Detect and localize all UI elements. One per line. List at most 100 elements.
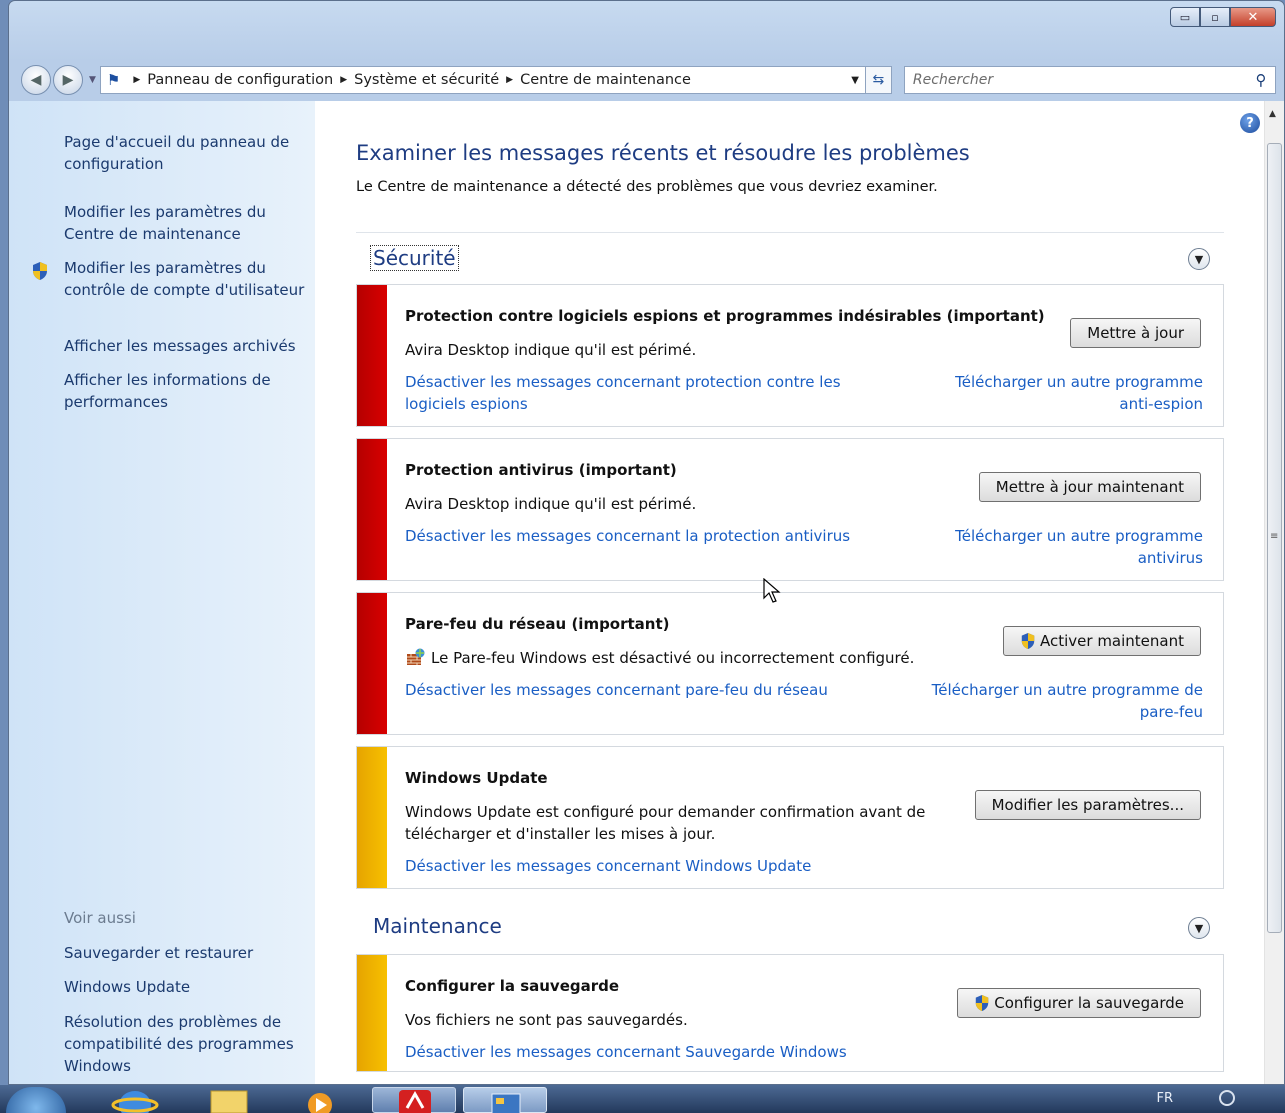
close-button[interactable]: ✕ (1230, 7, 1276, 27)
scroll-up-icon[interactable]: ▲ (1269, 109, 1276, 119)
section-header-maintenance[interactable]: Maintenance (373, 914, 502, 938)
back-arrow-icon: ◀ (30, 72, 42, 88)
navigation-bar: ◀ ▶ ▼ ⚑ ▶ Panneau de configuration ▶ Sys… (21, 63, 1276, 97)
media-player-icon[interactable] (300, 1087, 350, 1113)
disable-messages-link[interactable]: Désactiver les messages concernant Sauve… (405, 1041, 847, 1063)
window-controls: ▭ ▫ ✕ (1170, 7, 1276, 27)
language-indicator[interactable]: FR (1156, 1091, 1173, 1106)
disable-messages-link[interactable]: Désactiver les messages concernant prote… (405, 371, 875, 415)
taskbar-control-panel-button[interactable] (463, 1087, 547, 1113)
action-center-flag-icon: ⚑ (106, 71, 121, 89)
severity-bar-critical (357, 439, 387, 580)
uac-shield-icon (1021, 633, 1035, 649)
download-alternative-link[interactable]: Télécharger un autre programme de pare-f… (903, 679, 1203, 723)
card-title: Protection antivirus (important) (405, 461, 677, 479)
download-alternative-link[interactable]: Télécharger un autre programme anti-espi… (933, 371, 1203, 415)
minimize-button[interactable]: ▭ (1170, 7, 1200, 27)
disable-messages-link[interactable]: Désactiver les messages concernant pare-… (405, 679, 828, 701)
sidebar-link-action-center-settings[interactable]: Modifier les paramètres du Centre de mai… (64, 201, 312, 245)
uac-shield-icon (33, 262, 47, 280)
mouse-cursor-icon (763, 578, 781, 603)
see-also-compat-troubleshooter[interactable]: Résolution des problèmes de compatibilit… (64, 1011, 312, 1077)
message-card-antivirus: Protection antivirus (important) Avira D… (356, 438, 1224, 581)
card-text: Avira Desktop indique qu'il est périmé. (405, 341, 697, 359)
page-title: Examiner les messages récents et résoudr… (356, 141, 970, 165)
see-also-windows-update[interactable]: Windows Update (64, 976, 312, 998)
search-box[interactable]: ⚲ (903, 66, 1276, 94)
content-area: Page d'accueil du panneau de configurati… (9, 101, 1284, 1084)
page-subtitle: Le Centre de maintenance a détecté des p… (356, 179, 938, 195)
card-title: Configurer la sauvegarde (405, 977, 620, 995)
card-text-row: Le Pare-feu Windows est désactivé ou inc… (405, 647, 914, 669)
refresh-button[interactable]: ⇆ (865, 66, 892, 94)
card-title: Pare-feu du réseau (important) (405, 615, 670, 633)
chevron-down-icon: ▼ (1194, 252, 1204, 266)
activate-now-button[interactable]: Activer maintenant (1002, 626, 1201, 656)
address-dropdown-icon[interactable]: ▼ (851, 75, 859, 86)
sidebar-link-archived-messages[interactable]: Afficher les messages archivés (64, 335, 312, 357)
disable-messages-link[interactable]: Désactiver les messages concernant la pr… (405, 525, 850, 547)
update-button[interactable]: Mettre à jour (1070, 318, 1201, 348)
sidebar: Page d'accueil du panneau de configurati… (9, 101, 315, 1084)
severity-bar-critical (357, 593, 387, 734)
card-text: Le Pare-feu Windows est désactivé ou inc… (431, 649, 915, 667)
forward-arrow-icon: ▶ (62, 72, 74, 88)
sidebar-link-uac-settings[interactable]: Modifier les paramètres du contrôle de c… (64, 257, 312, 301)
card-text: Vos fichiers ne sont pas sauvegardés. (405, 1011, 688, 1029)
severity-bar-critical (357, 285, 387, 426)
message-card-antispyware: Protection contre logiciels espions et p… (356, 284, 1224, 427)
divider (356, 232, 1224, 233)
breadcrumb-separator-icon[interactable]: ▶ (506, 75, 513, 85)
firewall-icon (407, 648, 425, 665)
collapse-maintenance-button[interactable]: ▼ (1188, 917, 1210, 939)
message-card-backup: Configurer la sauvegarde Vos fichiers ne… (356, 954, 1224, 1072)
see-also-backup-restore[interactable]: Sauvegarder et restaurer (64, 942, 312, 964)
breadcrumb-action-center[interactable]: Centre de maintenance (520, 72, 691, 88)
sidebar-link-home[interactable]: Page d'accueil du panneau de configurati… (64, 131, 312, 175)
change-settings-button[interactable]: Modifier les paramètres... (974, 790, 1201, 820)
breadcrumb-system-security[interactable]: Système et sécurité (354, 72, 499, 88)
card-title: Protection contre logiciels espions et p… (405, 307, 1045, 325)
severity-bar-warning (357, 955, 387, 1071)
disable-messages-link[interactable]: Désactiver les messages concernant Windo… (405, 855, 811, 877)
recent-pages-dropdown-icon[interactable]: ▼ (89, 75, 96, 85)
sidebar-link-performance[interactable]: Afficher les informations de performance… (64, 369, 312, 413)
clock-icon[interactable] (1219, 1090, 1235, 1106)
breadcrumb-separator-icon[interactable]: ▶ (133, 75, 140, 85)
update-now-button[interactable]: Mettre à jour maintenant (978, 472, 1201, 502)
scroll-grip-icon: ≡ (1270, 531, 1279, 542)
card-title: Windows Update (405, 769, 548, 787)
control-panel-window: ▭ ▫ ✕ ◀ ▶ ▼ ⚑ ▶ Panneau de configuration… (8, 0, 1285, 1085)
title-bar[interactable]: ▭ ▫ ✕ (9, 1, 1284, 57)
internet-explorer-icon[interactable] (110, 1087, 160, 1113)
search-input[interactable] (912, 72, 1247, 88)
download-alternative-link[interactable]: Télécharger un autre programme antivirus (933, 525, 1203, 569)
breadcrumb-control-panel[interactable]: Panneau de configuration (147, 72, 333, 88)
section-header-security[interactable]: Sécurité (370, 245, 459, 271)
severity-bar-warning (357, 747, 387, 888)
breadcrumb-separator-icon[interactable]: ▶ (340, 75, 347, 85)
maximize-button[interactable]: ▫ (1200, 7, 1230, 27)
configure-backup-label: Configurer la sauvegarde (994, 994, 1184, 1012)
search-icon[interactable]: ⚲ (1247, 71, 1275, 89)
message-card-windows-update: Windows Update Windows Update est config… (356, 746, 1224, 889)
help-icon[interactable]: ? (1240, 113, 1260, 133)
chevron-down-icon: ▼ (1194, 921, 1204, 935)
start-button[interactable] (6, 1087, 66, 1113)
uac-shield-icon (976, 995, 989, 1011)
forward-button[interactable]: ▶ (53, 65, 83, 95)
collapse-security-button[interactable]: ▼ (1188, 248, 1210, 270)
message-card-firewall: Pare-feu du réseau (important) Le Pare-f… (356, 592, 1224, 735)
explorer-folder-icon[interactable] (205, 1087, 255, 1113)
taskbar: FR (0, 1085, 1285, 1113)
back-button[interactable]: ◀ (21, 65, 51, 95)
main-panel: Examiner les messages récents et résoudr… (315, 101, 1264, 1084)
card-text: Windows Update est configuré pour demand… (405, 803, 926, 843)
taskbar-avira-button[interactable] (372, 1087, 456, 1113)
vertical-scrollbar[interactable]: ▲ ≡ (1264, 101, 1284, 1084)
see-also-label: Voir aussi (64, 909, 136, 927)
activate-now-label: Activer maintenant (1039, 632, 1184, 650)
configure-backup-button[interactable]: Configurer la sauvegarde (957, 988, 1201, 1018)
address-bar[interactable]: ⚑ ▶ Panneau de configuration ▶ Système e… (99, 66, 866, 94)
card-text: Avira Desktop indique qu'il est périmé. (405, 495, 697, 513)
